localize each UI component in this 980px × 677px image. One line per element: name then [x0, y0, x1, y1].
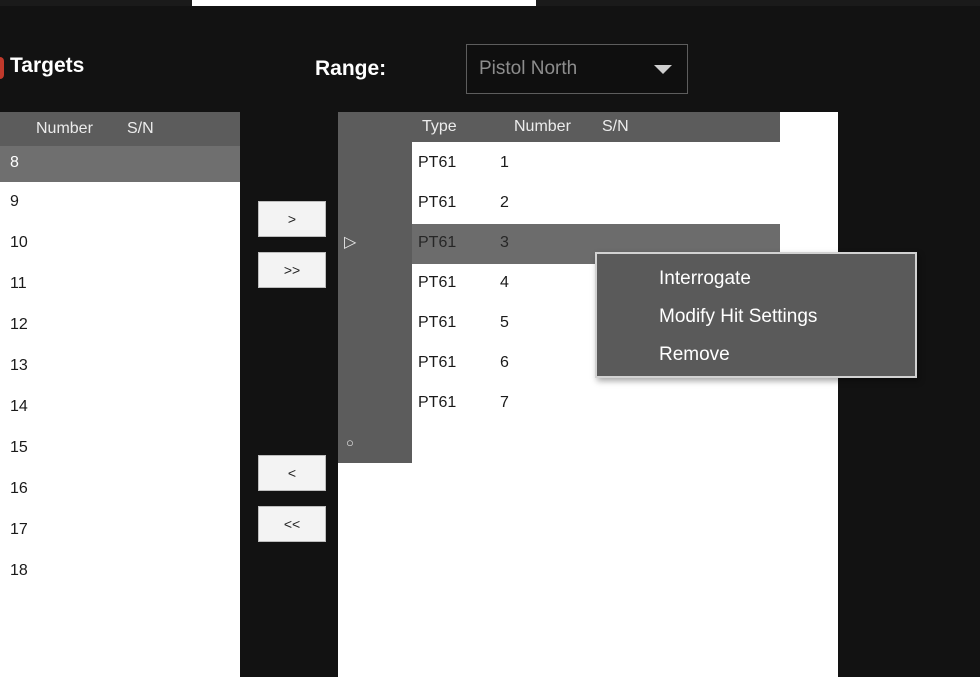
column-header-sn[interactable]: S/N — [602, 118, 629, 136]
row-context-menu: Interrogate Modify Hit Settings Remove — [595, 252, 917, 378]
cell-type: PT61 — [418, 354, 457, 371]
list-item-selected[interactable]: 8 — [0, 146, 240, 182]
menu-item-modify-hit-settings[interactable]: Modify Hit Settings — [659, 306, 817, 328]
available-targets-list[interactable]: Number S/N 8 9 10 11 12 13 14 15 16 17 1… — [0, 112, 240, 677]
remove-all-targets-button[interactable]: << — [258, 506, 326, 542]
list-item[interactable]: 12 — [0, 305, 240, 346]
remove-target-button[interactable]: < — [258, 455, 326, 491]
column-header-number[interactable]: Number — [514, 118, 571, 136]
cell-number: 5 — [500, 314, 509, 331]
list-item[interactable]: 15 — [0, 428, 240, 469]
cell-number: 1 — [500, 154, 509, 171]
list-item[interactable]: 9 — [0, 182, 240, 223]
available-targets-header: Number S/N — [0, 112, 240, 146]
assigned-targets-grid[interactable]: ▷ ○ Type Number S/N PT61 1 PT61 2 PT61 3… — [338, 112, 838, 677]
cell-number: 3 — [500, 234, 509, 251]
column-header-number[interactable]: Number — [36, 120, 93, 138]
cell-number: 2 — [500, 194, 509, 211]
menu-item-remove[interactable]: Remove — [659, 344, 730, 366]
new-row-icon: ○ — [346, 435, 354, 450]
page-title: Targets — [10, 54, 85, 77]
status-indicator-icon — [0, 57, 4, 79]
chevron-down-icon[interactable] — [654, 65, 672, 74]
current-row-icon: ▷ — [344, 234, 357, 251]
cell-type: PT61 — [418, 154, 457, 171]
list-item[interactable]: 18 — [0, 551, 240, 592]
cell-type: PT61 — [418, 314, 457, 331]
add-all-targets-button[interactable]: >> — [258, 252, 326, 288]
assigned-targets-header: Type Number S/N — [412, 112, 780, 142]
add-target-button[interactable]: > — [258, 201, 326, 237]
list-item[interactable]: 13 — [0, 346, 240, 387]
cell-number: 4 — [500, 274, 509, 291]
list-item[interactable]: 17 — [0, 510, 240, 551]
list-item[interactable]: 14 — [0, 387, 240, 428]
cell-type: PT61 — [418, 274, 457, 291]
table-row[interactable]: PT61 1 — [412, 144, 838, 184]
range-dropdown[interactable]: Pistol North — [466, 44, 688, 94]
cell-type: PT61 — [418, 394, 457, 411]
cell-type: PT61 — [418, 194, 457, 211]
range-dropdown-value: Pistol North — [479, 58, 578, 79]
cell-number: 7 — [500, 394, 509, 411]
range-label: Range: — [315, 57, 387, 80]
row-selector-gutter[interactable]: ▷ ○ — [338, 112, 412, 463]
cell-type: PT61 — [418, 234, 457, 251]
table-row[interactable]: PT61 7 — [412, 384, 838, 424]
list-item[interactable]: 11 — [0, 264, 240, 305]
list-item[interactable]: 16 — [0, 469, 240, 510]
list-item[interactable]: 10 — [0, 223, 240, 264]
cell-number: 6 — [500, 354, 509, 371]
menu-item-interrogate[interactable]: Interrogate — [659, 268, 751, 290]
column-header-sn[interactable]: S/N — [127, 120, 154, 138]
column-header-type[interactable]: Type — [422, 118, 457, 136]
table-row[interactable]: PT61 2 — [412, 184, 838, 224]
